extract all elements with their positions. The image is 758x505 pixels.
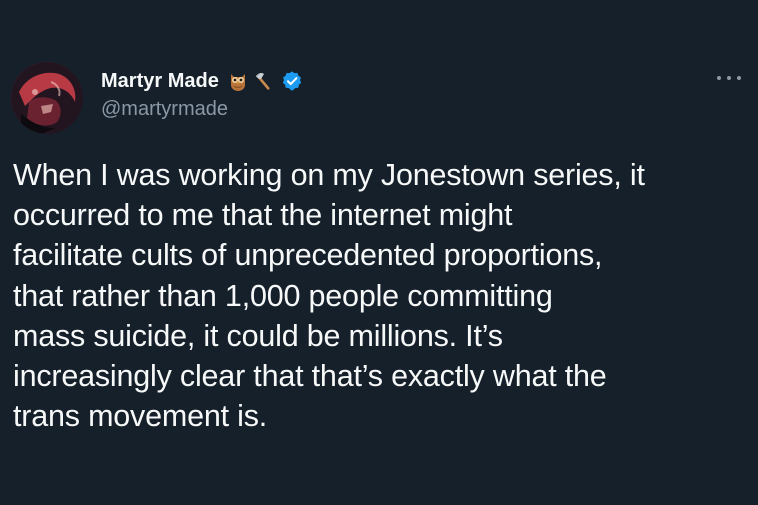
more-dot [727, 76, 731, 80]
owl-emoji-icon [227, 70, 249, 92]
author-handle[interactable]: @martyrmade [101, 98, 228, 121]
axe-emoji-icon [253, 70, 275, 92]
tweet-text: When I was working on my Jonestown serie… [13, 158, 645, 434]
avatar-image-icon [11, 62, 83, 134]
avatar[interactable] [11, 62, 83, 134]
author-name-row: Martyr Made [101, 67, 303, 95]
tweet-card: Martyr Made @martyrmade When I was worki… [0, 0, 758, 505]
verified-badge-icon[interactable] [281, 70, 303, 92]
more-options-icon[interactable] [717, 68, 741, 88]
more-dot [717, 76, 721, 80]
more-dot [737, 76, 741, 80]
author-display-name[interactable]: Martyr Made [101, 70, 219, 93]
